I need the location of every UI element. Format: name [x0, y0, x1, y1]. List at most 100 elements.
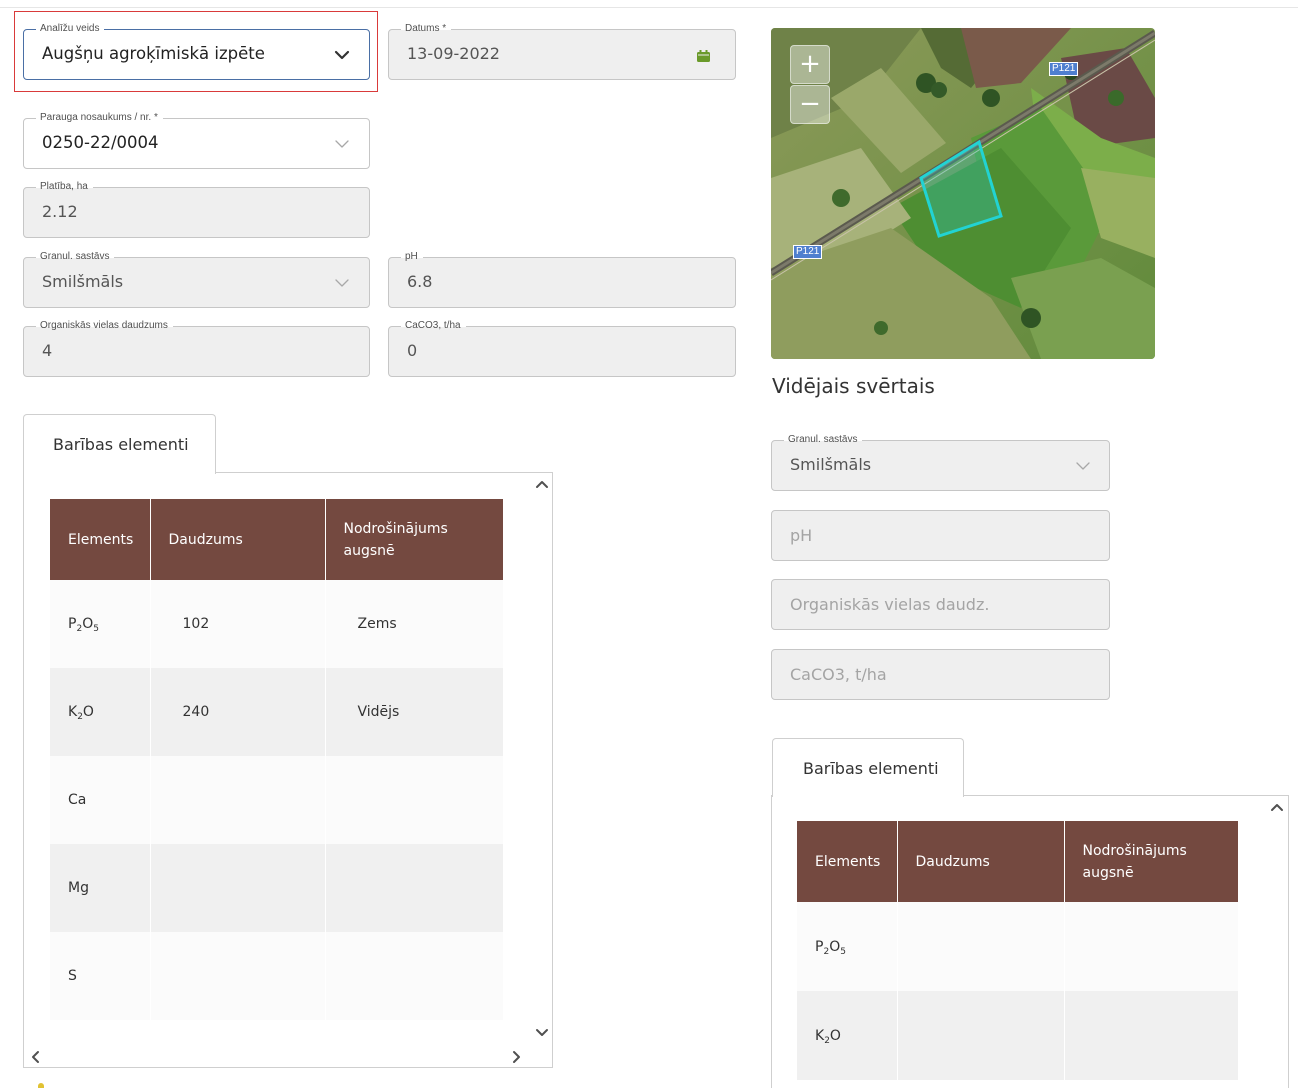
- level-cell: [1064, 991, 1238, 1080]
- element-formula: P2O5: [815, 938, 846, 957]
- column-header-amount: Daudzums: [897, 821, 1065, 902]
- element-cell: K2O: [797, 991, 898, 1080]
- nutrients-panel: Elements Daudzums Nodrošinājums augsnē P…: [23, 472, 553, 1068]
- caco3-label: CaCO3, t/ha: [401, 320, 466, 332]
- top-divider: [0, 7, 1298, 8]
- chevron-down-icon[interactable]: [535, 1027, 549, 1037]
- sample-name-label: Parauga nosaukums / nr. *: [36, 112, 163, 124]
- weighted-nutrients-panel: Elements Daudzums Nodrošinājums augsnē P…: [771, 795, 1289, 1088]
- chevron-down-icon[interactable]: [1074, 457, 1092, 475]
- tab-weighted-nutrients[interactable]: Barības elementi: [772, 738, 964, 797]
- weighted-caco3-placeholder: CaCO3, t/ha: [790, 665, 887, 684]
- table-row[interactable]: P2O5: [797, 902, 1238, 991]
- weighted-organic-placeholder: Organiskās vielas daudz.: [790, 595, 990, 614]
- element-formula: K2O: [815, 1027, 841, 1046]
- element-cell: Mg: [50, 844, 151, 932]
- element-formula: P2O5: [68, 616, 99, 634]
- element-cell: Ca: [50, 756, 151, 844]
- sample-name-select[interactable]: Parauga nosaukums / nr. * 0250-22/0004: [23, 112, 370, 169]
- level-cell: [325, 844, 503, 932]
- amount-cell[interactable]: 102: [150, 580, 326, 668]
- chevron-down-icon[interactable]: [333, 135, 351, 153]
- date-field[interactable]: Datums * 13-09-2022: [388, 23, 736, 80]
- texture-label: Granul. sastāvs: [36, 251, 115, 263]
- ph-field[interactable]: pH 6.8: [388, 251, 736, 308]
- analysis-type-select[interactable]: Analīžu veids Augšņu agroķīmiskā izpēte: [23, 23, 370, 80]
- element-formula: K2O: [68, 704, 94, 722]
- texture-select[interactable]: Granul. sastāvs Smilšmāls: [23, 251, 370, 308]
- vertical-scrollbar[interactable]: [1266, 796, 1288, 1088]
- texture-value: Smilšmāls: [42, 272, 124, 291]
- chevron-up-icon[interactable]: [1270, 802, 1284, 812]
- column-header-amount: Daudzums: [150, 499, 326, 580]
- column-header-level: Nodrošinājums augsnē: [1064, 821, 1238, 902]
- organic-matter-label: Organiskās vielas daudzums: [36, 320, 173, 332]
- sample-name-value: 0250-22/0004: [42, 133, 159, 152]
- weighted-organic-field[interactable]: Organiskās vielas daudz.: [771, 579, 1110, 630]
- element-cell: K2O: [50, 668, 151, 756]
- table-header-row: Elements Daudzums Nodrošinājums augsnē: [797, 821, 1238, 902]
- calendar-icon[interactable]: [697, 50, 710, 62]
- chevron-right-icon[interactable]: [512, 1050, 522, 1064]
- weighted-texture-label: Granul. sastāvs: [784, 434, 863, 446]
- weighted-caco3-field[interactable]: CaCO3, t/ha: [771, 649, 1110, 700]
- table-row[interactable]: S: [50, 932, 503, 1020]
- weighted-ph-field[interactable]: pH: [771, 510, 1110, 561]
- analysis-type-label: Analīžu veids: [36, 23, 105, 35]
- weighted-ph-placeholder: pH: [790, 526, 813, 545]
- amount-cell[interactable]: [150, 756, 326, 844]
- road-label: P121: [793, 245, 823, 259]
- weighted-texture-value: Smilšmāls: [790, 455, 872, 474]
- table-row[interactable]: K2O 240 Vidējs: [50, 668, 503, 756]
- element-cell: S: [50, 932, 151, 1020]
- table-row[interactable]: Ca: [50, 756, 503, 844]
- element-cell: P2O5: [50, 580, 151, 668]
- date-value: 13-09-2022: [407, 44, 500, 63]
- chevron-left-icon[interactable]: [30, 1050, 40, 1064]
- map-view[interactable]: + − P121 P121: [771, 28, 1155, 359]
- column-header-elements: Elements: [50, 499, 151, 580]
- level-cell: Vidējs: [325, 668, 503, 756]
- tab-nutrients[interactable]: Barības elementi: [23, 414, 216, 474]
- area-field[interactable]: Platība, ha 2.12: [23, 181, 370, 238]
- amount-cell[interactable]: [897, 991, 1065, 1080]
- date-label: Datums *: [401, 23, 452, 35]
- level-cell: [325, 756, 503, 844]
- chevron-down-icon[interactable]: [333, 274, 351, 292]
- organic-matter-value: 4: [42, 341, 53, 360]
- amount-cell[interactable]: [897, 902, 1065, 991]
- vertical-scrollbar[interactable]: [531, 473, 552, 1045]
- ph-value: 6.8: [407, 272, 433, 291]
- table-row[interactable]: K2O: [797, 991, 1238, 1080]
- horizontal-scrollbar[interactable]: [24, 1045, 531, 1065]
- chevron-up-icon[interactable]: [535, 479, 549, 489]
- weighted-texture-select[interactable]: Granul. sastāvs Smilšmāls: [771, 434, 1110, 491]
- road-label: P121: [1049, 62, 1079, 76]
- element-cell: P2O5: [797, 902, 898, 991]
- zoom-in-button[interactable]: +: [790, 45, 830, 84]
- amount-cell[interactable]: [150, 932, 326, 1020]
- caco3-field[interactable]: CaCO3, t/ha 0: [388, 320, 736, 377]
- amount-cell[interactable]: 240: [150, 668, 326, 756]
- nutrients-table: Elements Daudzums Nodrošinājums augsnē P…: [50, 499, 503, 1020]
- weighted-average-heading: Vidējais svērtais: [772, 374, 935, 398]
- organic-matter-field[interactable]: Organiskās vielas daudzums 4: [23, 320, 370, 377]
- analysis-type-value: Augšņu agroķīmiskā izpēte: [42, 44, 265, 63]
- chevron-down-icon[interactable]: [333, 46, 351, 64]
- column-header-level: Nodrošinājums augsnē: [325, 499, 503, 580]
- ph-label: pH: [401, 251, 423, 263]
- level-cell: [1064, 902, 1238, 991]
- table-row[interactable]: Mg: [50, 844, 503, 932]
- weighted-nutrients-table: Elements Daudzums Nodrošinājums augsnē P…: [797, 821, 1238, 1080]
- table-header-row: Elements Daudzums Nodrošinājums augsnē: [50, 499, 503, 580]
- level-cell: Zems: [325, 580, 503, 668]
- indicator-mark: [38, 1083, 44, 1088]
- table-row[interactable]: P2O5 102 Zems: [50, 580, 503, 668]
- level-cell: [325, 932, 503, 1020]
- amount-cell[interactable]: [150, 844, 326, 932]
- area-label: Platība, ha: [36, 181, 93, 193]
- caco3-value: 0: [407, 341, 418, 360]
- column-header-elements: Elements: [797, 821, 898, 902]
- area-value: 2.12: [42, 202, 78, 221]
- zoom-out-button[interactable]: −: [790, 85, 830, 124]
